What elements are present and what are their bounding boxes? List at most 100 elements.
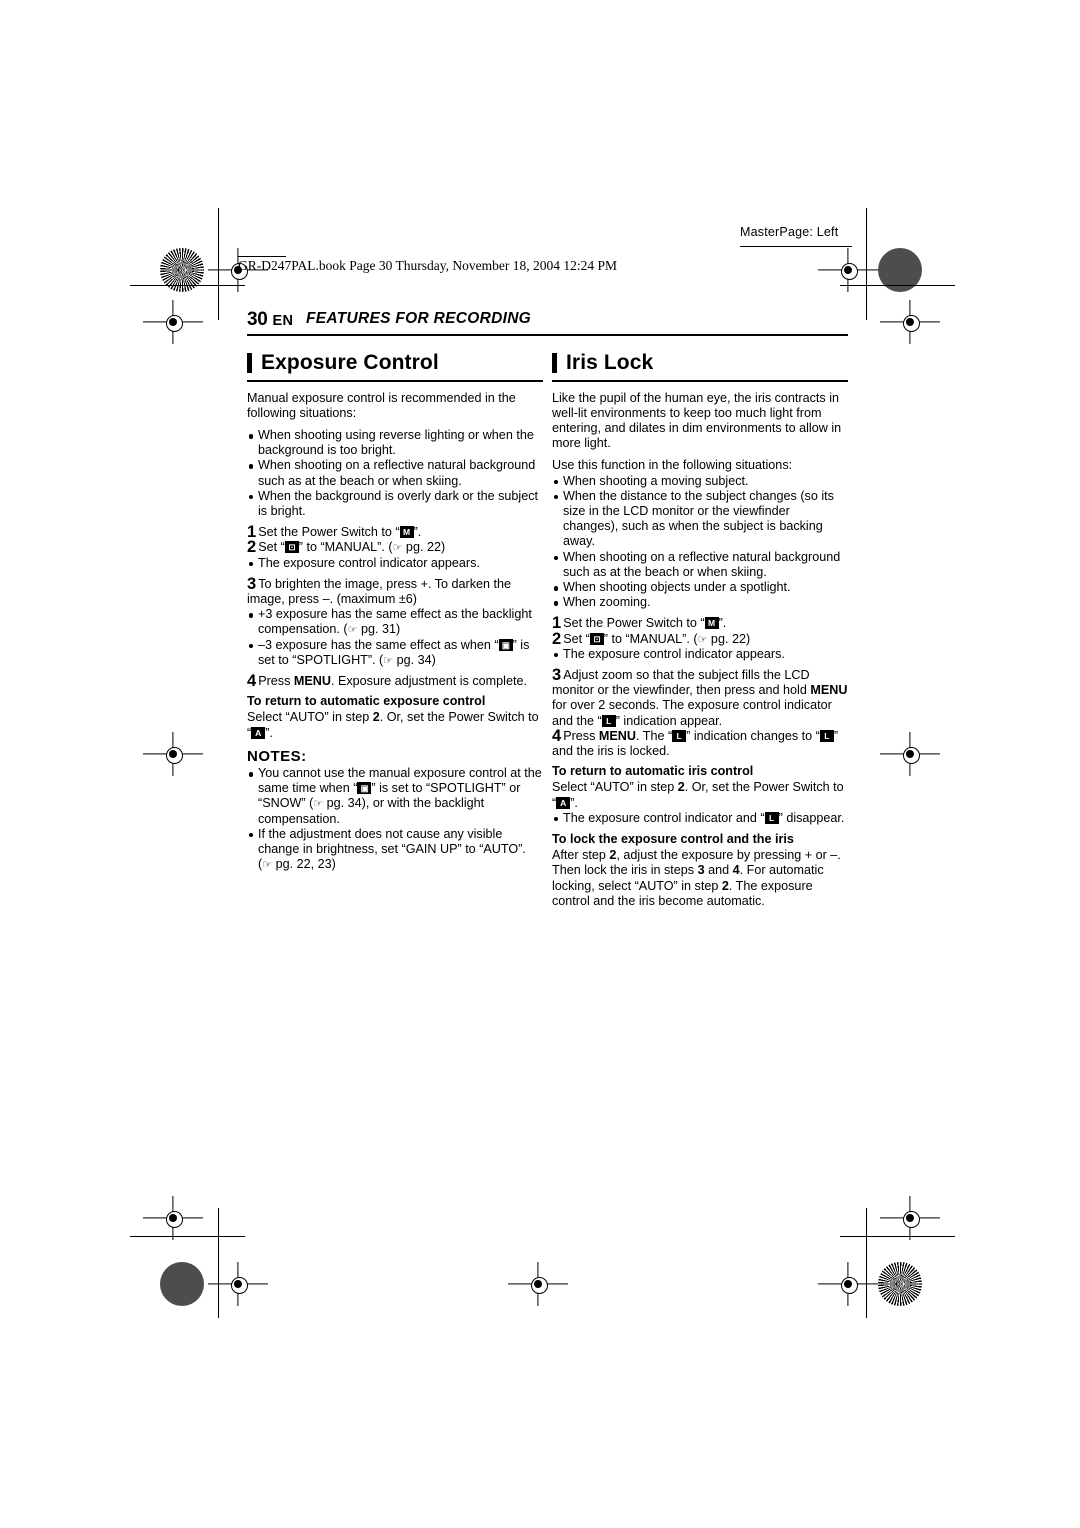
see-page-arrow-icon: ☞ bbox=[313, 797, 324, 811]
step-text: Set the Power Switch to “ bbox=[258, 525, 400, 540]
step-text-end: ”. bbox=[718, 616, 727, 631]
step-text: To brighten the image, press +. To darke… bbox=[247, 576, 512, 607]
list-item: If the adjustment does not cause any vis… bbox=[247, 827, 543, 873]
registration-cross-upper-left bbox=[143, 300, 203, 344]
step-text-mid: . The “ bbox=[635, 728, 673, 743]
see-page-arrow-icon: ☞ bbox=[347, 623, 358, 637]
list-item: The exposure control indicator appears. bbox=[552, 647, 848, 662]
step-text-c: ” indication appear. bbox=[615, 713, 723, 728]
lock-step-4: 4 bbox=[732, 863, 740, 878]
iris-step-1: 1 Set the Power Switch to “M”. bbox=[552, 615, 848, 632]
see-page-arrow-icon: ☞ bbox=[383, 653, 394, 667]
lock-text-c: and bbox=[704, 863, 733, 878]
step-text: Set “ bbox=[563, 631, 590, 646]
return-step-number: 2 bbox=[677, 780, 685, 795]
step-number: 4 bbox=[552, 726, 562, 745]
left-column: Exposure Control Manual exposure control… bbox=[247, 350, 543, 878]
iris-lock-text: After step 2, adjust the exposure by pre… bbox=[552, 848, 848, 909]
book-file-line: GR-D247PAL.book Page 30 Thursday, Novemb… bbox=[238, 258, 617, 273]
list-item: –3 exposure has the same effect as when … bbox=[247, 638, 543, 668]
iris-lock-heading: To lock the exposure control and the iri… bbox=[552, 832, 794, 847]
return-bullet-a: The exposure control indicator and “ bbox=[563, 810, 765, 825]
iris-step-2: 2 Set “⊡” to “MANUAL”. (☞ pg. 22) bbox=[552, 630, 848, 647]
registration-cross-mid-right bbox=[880, 732, 940, 776]
iris-return-text: Select “AUTO” in step 2. Or, set the Pow… bbox=[552, 780, 848, 810]
list-item: When shooting objects under a spotlight. bbox=[552, 580, 848, 595]
iris-intro: Like the pupil of the human eye, the iri… bbox=[552, 390, 842, 451]
iris-intro-2: Use this function in the following situa… bbox=[552, 458, 793, 473]
iris-lock-icon: L bbox=[764, 811, 779, 824]
return-text-a: Select “AUTO” in step bbox=[552, 780, 678, 795]
list-item: The exposure control indicator and “L” d… bbox=[552, 811, 848, 826]
crop-rule-bottom-left bbox=[218, 1208, 220, 1318]
step-text-pre: Press bbox=[258, 674, 294, 689]
exposure-situations-list: When shooting using reverse lighting or … bbox=[247, 428, 543, 519]
exposure-step-4: 4 Press MENU. Exposure adjustment is comp… bbox=[247, 672, 543, 691]
see-page-arrow-icon: ☞ bbox=[392, 541, 403, 555]
step-text-post: ” indication changes to “ bbox=[686, 728, 820, 743]
list-item: You cannot use the manual exposure contr… bbox=[247, 766, 543, 827]
exposure-notes-list: You cannot use the manual exposure contr… bbox=[247, 766, 543, 872]
registration-solidball-bottomleft bbox=[160, 1262, 204, 1306]
list-item: When the background is overly dark or th… bbox=[247, 489, 543, 519]
iris-lock-icon: L bbox=[672, 729, 687, 742]
step-text-end: ” to “MANUAL”. (☞ pg. 22) bbox=[298, 540, 446, 555]
return-step-number: 2 bbox=[372, 710, 380, 725]
step-text: Set “ bbox=[258, 540, 285, 555]
list-item: When shooting a moving subject. bbox=[552, 474, 848, 489]
iris-step-4: 4 Press MENU. The “L” indication changes … bbox=[552, 726, 848, 759]
power-switch-auto-icon: A bbox=[251, 726, 266, 739]
iris-locked-icon: L bbox=[819, 729, 834, 742]
page-language: EN bbox=[272, 313, 294, 329]
section-title-iris-lock: Iris Lock bbox=[552, 350, 848, 376]
exposure-return-text: Select “AUTO” in step 2. Or, set the Pow… bbox=[247, 710, 543, 740]
return-text-a: Select “AUTO” in step bbox=[247, 710, 373, 725]
registration-cross-bottom-right bbox=[818, 1262, 878, 1306]
registration-cross-bottom-left bbox=[208, 1262, 268, 1306]
program-ae-icon: ▣ bbox=[498, 638, 513, 651]
step-text-end: ”. bbox=[413, 525, 422, 540]
right-column: Iris Lock Like the pupil of the human ey… bbox=[552, 350, 848, 909]
see-page-arrow-icon: ☞ bbox=[697, 632, 708, 646]
masterpage-label: MasterPage: Left bbox=[740, 225, 839, 239]
list-item: When shooting using reverse lighting or … bbox=[247, 428, 543, 458]
return-text-c: ”. bbox=[570, 795, 578, 810]
crop-rule-bottom-right bbox=[866, 1208, 868, 1318]
return-text-c: ”. bbox=[265, 725, 273, 740]
list-item: When shooting on a reflective natural ba… bbox=[552, 550, 848, 580]
registration-cross-mid-left bbox=[143, 732, 203, 776]
step-text-pre: Press bbox=[563, 728, 599, 743]
crop-rule-top-right bbox=[866, 208, 868, 320]
exposure-intro: Manual exposure control is recommended i… bbox=[247, 390, 516, 420]
registration-cross-bottom-mid bbox=[508, 1262, 568, 1306]
section-divider-right bbox=[552, 380, 848, 382]
return-bullet-b: ” disappear. bbox=[778, 810, 845, 825]
iris-lock-icon: L bbox=[601, 714, 616, 727]
crop-rule-bookline-underline bbox=[238, 256, 286, 258]
step-number: 3 bbox=[247, 574, 257, 593]
exposure-step-3: 3 To brighten the image, press +. To dark… bbox=[247, 574, 543, 607]
exposure-return-heading: To return to automatic exposure control bbox=[247, 694, 486, 709]
step-text-end: ” to “MANUAL”. (☞ pg. 22) bbox=[603, 631, 751, 646]
iris-return-heading: To return to automatic iris control bbox=[552, 764, 754, 779]
exposure-menu-icon: ⊡ bbox=[284, 541, 299, 554]
registration-cross-lower-left bbox=[143, 1196, 203, 1240]
section-title-exposure-control: Exposure Control bbox=[247, 350, 543, 376]
list-item: When shooting on a reflective natural ba… bbox=[247, 458, 543, 488]
iris-step2-notes: The exposure control indicator appears. bbox=[552, 647, 848, 662]
lock-step-3: 3 bbox=[697, 863, 705, 878]
header-divider bbox=[247, 334, 848, 337]
iris-situations-list: When shooting a moving subject. When the… bbox=[552, 474, 848, 611]
lock-step-2b: 2 bbox=[721, 878, 729, 893]
see-page-arrow-icon: ☞ bbox=[262, 858, 273, 872]
iris-step-3: 3 Adjust zoom so that the subject fills t… bbox=[552, 667, 848, 729]
section-divider-left bbox=[247, 380, 543, 382]
exposure-step-2: 2 Set “⊡” to “MANUAL”. (☞ pg. 22) bbox=[247, 538, 543, 557]
list-item: +3 exposure has the same effect as the b… bbox=[247, 607, 543, 637]
crop-rule-left-upper bbox=[130, 285, 245, 287]
crop-rule-left-lower bbox=[130, 1236, 245, 1238]
step-number: 4 bbox=[247, 672, 257, 691]
step-text: Set the Power Switch to “ bbox=[563, 616, 705, 631]
registration-cross-upper-right bbox=[880, 300, 940, 344]
step-number: 2 bbox=[247, 538, 257, 557]
